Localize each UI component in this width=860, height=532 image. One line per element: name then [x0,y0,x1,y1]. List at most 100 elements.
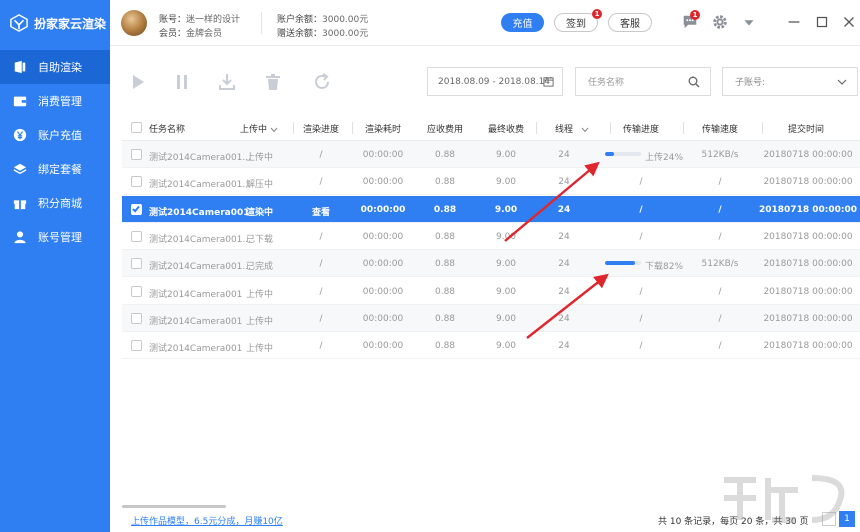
sidebar-item-package[interactable]: 绑定套餐 [0,152,110,186]
play-icon[interactable] [128,72,148,92]
watermark-logo [724,475,845,523]
service-button[interactable]: 客服 [608,13,652,32]
cell-render-time: 00:00:00 [362,177,404,188]
cell-receivable: 0.88 [434,286,456,297]
member-value: 金牌会员 [186,29,223,39]
cell-submit-time: 20180718 00:00:00 [763,150,853,160]
cell-transfer-progress: 下载82% [645,262,684,273]
refresh-icon[interactable] [312,72,332,92]
sidebar-item-account[interactable]: 账号管理 [0,220,110,254]
cell-task-name: 测试2014Camera001 [149,344,243,355]
cell-render-progress[interactable]: 查看 [312,205,330,218]
cell-threads: 24 [558,286,570,297]
search-placeholder: 任务名称 [588,78,625,88]
wallet-icon [13,96,27,107]
cell-task-name: 测试2014Camera001 [149,207,250,218]
header-divider [352,122,353,134]
account-label: 账号： [159,15,187,25]
cell-final-charge: 9.00 [495,231,517,242]
minimize-icon[interactable] [785,13,803,31]
row-checkbox[interactable] [131,312,142,324]
recharge-button[interactable]: 充值 [501,13,544,32]
row-checkbox[interactable] [131,149,142,160]
sidebar-item-consumption[interactable]: 消费管理 [0,84,110,118]
transfer-progress-bar [605,152,641,156]
cell-transfer-progress: / [639,313,643,324]
download-icon[interactable] [217,72,237,92]
sub-account-label: 子账号: [735,78,766,88]
cell-transfer-progress: / [639,177,643,188]
close-icon[interactable] [840,13,858,31]
sidebar-item-label: 绑定套餐 [38,163,82,176]
dropdown-caret-icon[interactable] [740,13,758,31]
table-row[interactable]: 测试2014Camera001 上传中 / 00:00:00 0.88 9.00 24 / 20… [122,278,860,305]
layers-icon [13,163,27,175]
header-divider [683,122,684,134]
checkin-label: 签到 [566,19,586,30]
header-status-filter[interactable]: 上传中 [240,122,278,135]
table-row[interactable]: 测试2014Camera001... 解压中 / 00:00:00 0.88 9.00 24… [122,168,860,196]
row-checkbox[interactable] [131,203,142,215]
message-badge: 1 [690,10,700,20]
header-divider [293,122,294,134]
row-checkbox[interactable] [131,258,142,270]
select-all-checkbox[interactable] [131,122,142,133]
sidebar-item-label: 积分商城 [38,197,82,210]
sub-account-select[interactable]: 子账号: [722,67,858,96]
cell-submit-time: 20180718 00:00:00 [763,177,853,188]
cell-task-name: 测试2014Camera001 [149,289,243,300]
sidebar-item-recharge[interactable]: 账户充值 [0,118,110,152]
delete-icon[interactable] [263,72,283,92]
header-task-name[interactable]: 任务名称 [149,122,185,135]
row-checkbox[interactable] [131,340,142,352]
balance-label: 账户余额： [277,15,323,25]
horizontal-scrollbar[interactable] [122,505,226,508]
cell-final-charge: 9.00 [495,150,517,160]
header-threads-label: 线程 [555,125,574,135]
cell-transfer-progress: / [639,204,643,215]
date-range-value: 2018.08.09 - 2018.08.14 [438,76,551,87]
cell-task-name: 测试2014Camera001... [149,153,251,163]
date-range-picker[interactable]: 2018.08.09 - 2018.08.14 [427,67,563,96]
sidebar-item-self-render[interactable]: 自助渲染 [0,50,110,84]
header-threads[interactable]: 线程 [555,122,589,135]
sidebar-item-label: 账号管理 [38,231,82,244]
sidebar-item-points-mall[interactable]: 积分商城 [0,186,110,220]
cell-submit-time: 20180718 00:00:00 [763,286,853,297]
table-row[interactable]: 测试2014Camera001 渲染中 查看 00:00:00 0.88 9.00 24 / 2… [122,195,860,223]
table-row[interactable]: 测试2014Camera001 上传中 / 00:00:00 0.88 9.00 24 / 20… [122,332,860,360]
promo-link[interactable]: 上传作品模型，6.5元分成，月赚10亿 [131,514,283,527]
pause-icon[interactable] [172,72,192,92]
header-render-time: 渲染耗时 [364,125,402,135]
cell-task-name: 测试2014Camera001 [149,316,243,327]
cell-threads: 24 [558,313,570,324]
cell-status: 上传中 [246,316,274,327]
member-label: 会员： [159,29,187,39]
search-icon[interactable] [688,76,700,88]
table-row[interactable]: 测试2014Camera001... 已下载 / 00:00:00 0.88 9.00 24… [122,223,860,250]
table-row[interactable]: 测试2014Camera001 上传中 / 00:00:00 0.88 9.00 24 / 20… [122,304,860,332]
table-row[interactable]: 测试2014Camera001... 上传中 / 00:00:00 0.88 9.00 24… [122,141,860,168]
gear-icon[interactable] [711,13,729,31]
calendar-icon [543,76,554,87]
header-divider [610,122,611,134]
cell-transfer-progress: / [639,286,643,297]
maximize-icon[interactable] [813,13,831,31]
header-receivable: 应收费用 [426,125,464,135]
chevron-down-icon [837,79,847,85]
task-search-input[interactable]: 任务名称 [575,67,711,96]
header-divider [536,122,537,134]
avatar[interactable] [121,10,147,36]
cell-render-progress: / [319,150,323,160]
row-checkbox[interactable] [131,230,142,242]
row-checkbox[interactable] [131,176,142,188]
table-header: 任务名称 上传中 渲染进度 渲染耗时 应收费用 最终收费 线程 传输进度 传输速… [122,114,860,141]
table-row[interactable]: 测试2014Camera001... 已完成 / 00:00:00 0.88 9.00 24… [122,250,860,278]
render-icon [14,60,26,74]
cell-threads: 24 [557,204,571,215]
cell-final-charge: 9.00 [495,259,517,270]
cell-transfer-progress: / [639,341,643,352]
gift-balance-line: 赠送余额：3000.00元 [277,26,368,39]
sidebar-item-label: 消费管理 [38,95,82,108]
row-checkbox[interactable] [131,285,142,297]
